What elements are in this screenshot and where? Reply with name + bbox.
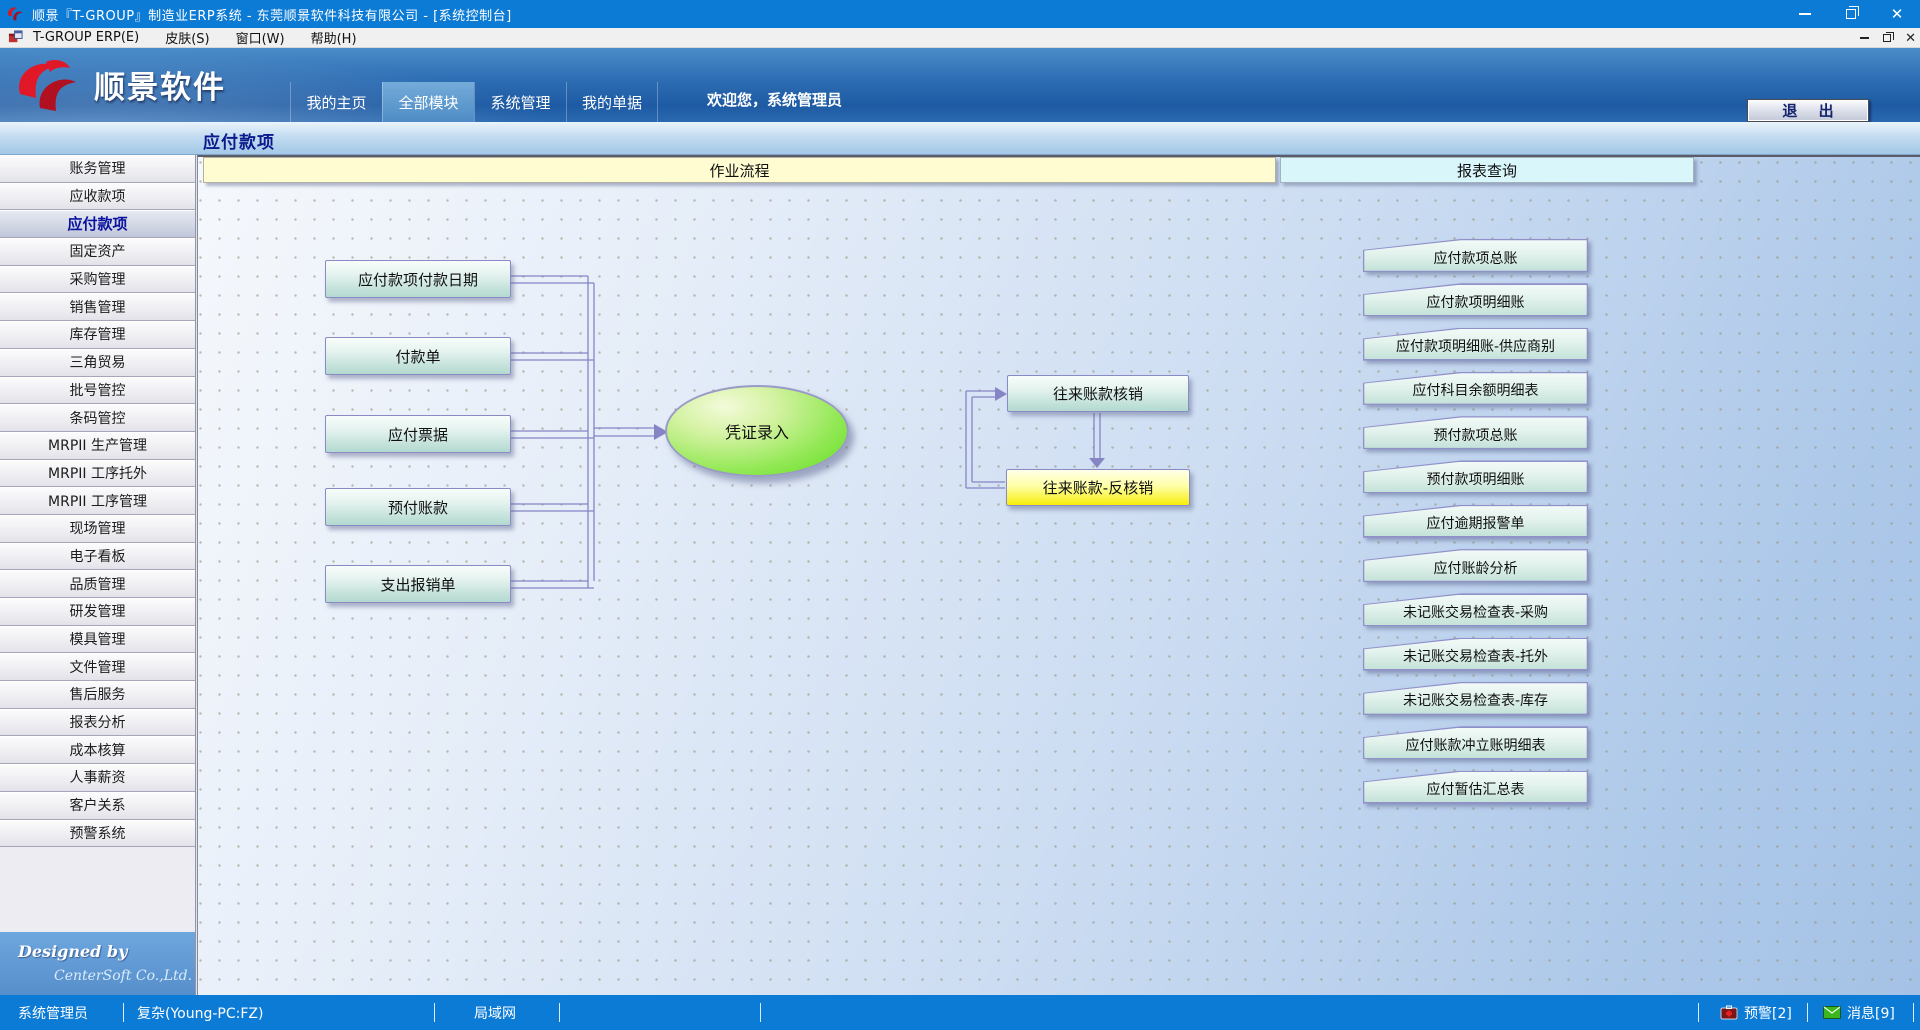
window-titlebar: 顺景『T-GROUP』制造业ERP系统 - 东莞顺景软件科技有限公司 - [系统… — [0, 0, 1920, 28]
sidebar-item-mrp2-process[interactable]: MRPII 工序管理 — [0, 487, 195, 515]
flow-section-header: 作业流程 — [203, 157, 1276, 183]
sidebar-item-crm[interactable]: 客户关系 — [0, 792, 195, 820]
flow-node-account-writeoff[interactable]: 往来账款核销 — [1007, 375, 1189, 412]
status-network: 局域网 — [474, 995, 516, 1030]
designed-by-text: Designed by — [18, 942, 127, 961]
sidebar-item-accounting[interactable]: 账务管理 — [0, 155, 195, 183]
tab-system-admin[interactable]: 系统管理 — [474, 82, 566, 122]
status-alerts[interactable]: 预警[2] — [1720, 995, 1792, 1030]
menubar: T-GROUP ERP(E) 皮肤(S) 窗口(W) 帮助(H) ✕ — [0, 28, 1920, 48]
report-unposted-check-inventory[interactable]: 未记账交易检查表-库存 — [1363, 682, 1588, 715]
sidebar-item-shopfloor[interactable]: 现场管理 — [0, 515, 195, 543]
exit-button[interactable]: 退 出 — [1747, 99, 1869, 122]
window-restore-button[interactable] — [1828, 0, 1874, 28]
window-close-button[interactable]: ✕ — [1874, 0, 1920, 28]
sidebar-item-receivables[interactable]: 应收款项 — [0, 183, 195, 211]
flow-node-payable-notes[interactable]: 应付票据 — [325, 415, 511, 453]
logo-text: 顺景软件 — [94, 62, 226, 107]
report-aging-analysis[interactable]: 应付账龄分析 — [1363, 549, 1588, 582]
sidebar-item-lot-control[interactable]: 批号管控 — [0, 377, 195, 405]
sidebar-item-purchasing[interactable]: 采购管理 — [0, 266, 195, 294]
sidebar-item-sales[interactable]: 销售管理 — [0, 293, 195, 321]
menu-tgroup-erp[interactable]: T-GROUP ERP(E) — [33, 30, 139, 45]
welcome-text: 欢迎您，系统管理员 — [707, 48, 1007, 122]
mdi-restore-button[interactable] — [1883, 34, 1891, 42]
flow-node-account-writeoff-reverse[interactable]: 往来账款-反核销 — [1006, 469, 1190, 506]
flow-node-voucher-entry[interactable]: 凭证录入 — [665, 385, 849, 477]
tab-my-home[interactable]: 我的主页 — [290, 82, 382, 122]
logo: 顺景软件 — [12, 56, 226, 112]
report-prepaid-detail[interactable]: 预付款项明细账 — [1363, 460, 1588, 493]
sidebar-item-inventory[interactable]: 库存管理 — [0, 321, 195, 349]
menu-help[interactable]: 帮助(H) — [311, 28, 357, 47]
sidebar-item-mold[interactable]: 模具管理 — [0, 626, 195, 654]
header-band: 顺景软件 我的主页 全部模块 系统管理 我的单据 欢迎您，系统管理员 11月21… — [0, 48, 1920, 122]
sidebar-item-mrp2-production[interactable]: MRPII 生产管理 — [0, 432, 195, 460]
flow-node-expense-report[interactable]: 支出报销单 — [325, 565, 511, 603]
sidebar-item-hr-payroll[interactable]: 人事薪资 — [0, 764, 195, 792]
report-payable-account-balance[interactable]: 应付科目余额明细表 — [1363, 372, 1588, 405]
centersoft-text: CenterSoft Co.,Ltd. — [54, 968, 192, 984]
app-logo-icon — [6, 5, 24, 23]
menu-skin[interactable]: 皮肤(S) — [165, 28, 209, 47]
mdi-child-icon — [8, 30, 23, 45]
flow-node-payment-date[interactable]: 应付款项付款日期 — [325, 260, 511, 298]
report-overdue-alert[interactable]: 应付逾期报警单 — [1363, 505, 1588, 538]
sidebar-item-triangle-trade[interactable]: 三角贸易 — [0, 349, 195, 377]
statusbar: 系统管理员 复杂(Young-PC:FZ) 局域网 预警[2] 消息[9] — [0, 995, 1920, 1030]
sidebar-item-fixed-assets[interactable]: 固定资产 — [0, 238, 195, 266]
page-title-band: 应付款项 — [0, 122, 1920, 155]
message-envelope-icon — [1823, 1005, 1841, 1020]
report-payables-detail[interactable]: 应付款项明细账 — [1363, 283, 1588, 316]
module-sidebar: 账务管理 应收款项 应付款项 固定资产 采购管理 销售管理 库存管理 三角贸易 … — [0, 155, 196, 995]
sidebar-item-costing[interactable]: 成本核算 — [0, 736, 195, 764]
sidebar-item-e-kanban[interactable]: 电子看板 — [0, 543, 195, 571]
sidebar-item-mrp2-outsourcing[interactable]: MRPII 工序托外 — [0, 460, 195, 488]
restore-icon — [1846, 9, 1856, 19]
minimize-icon — [1799, 13, 1811, 15]
sidebar-item-rnd[interactable]: 研发管理 — [0, 598, 195, 626]
sidebar-item-after-sales[interactable]: 售后服务 — [0, 681, 195, 709]
report-button-list: 应付款项总账 应付款项明细账 应付款项明细账-供应商别 应付科目余额明细表 预付… — [1363, 239, 1588, 815]
page-title: 应付款项 — [203, 128, 275, 153]
menu-window[interactable]: 窗口(W) — [236, 28, 285, 47]
report-payables-offset-detail[interactable]: 应付账款冲立账明细表 — [1363, 726, 1588, 759]
main-nav: 我的主页 全部模块 系统管理 我的单据 — [290, 82, 658, 122]
window-minimize-button[interactable] — [1782, 0, 1828, 28]
tab-all-modules[interactable]: 全部模块 — [382, 82, 474, 122]
sidebar-item-alert-system[interactable]: 预警系统 — [0, 820, 195, 848]
flow-node-prepayment[interactable]: 预付账款 — [325, 488, 511, 526]
report-payables-estimate-summary[interactable]: 应付暂估汇总表 — [1363, 771, 1588, 804]
sidebar-item-barcode-control[interactable]: 条码管控 — [0, 404, 195, 432]
logo-bird-icon — [12, 56, 84, 112]
report-unposted-check-outsourcing[interactable]: 未记账交易检查表-托外 — [1363, 638, 1588, 671]
report-payables-ledger[interactable]: 应付款项总账 — [1363, 239, 1588, 272]
status-session: 复杂(Young-PC:FZ) — [137, 995, 263, 1030]
flow-node-payment-slip[interactable]: 付款单 — [325, 337, 511, 375]
report-section-header: 报表查询 — [1280, 157, 1694, 183]
report-prepaid-ledger[interactable]: 预付款项总账 — [1363, 416, 1588, 449]
tab-my-documents[interactable]: 我的单据 — [566, 82, 658, 122]
mdi-close-button[interactable]: ✕ — [1905, 32, 1916, 45]
status-user: 系统管理员 — [18, 995, 88, 1030]
report-unposted-check-purchase[interactable]: 未记账交易检查表-采购 — [1363, 593, 1588, 626]
close-icon: ✕ — [1891, 7, 1904, 22]
report-payables-detail-by-supplier[interactable]: 应付款项明细账-供应商别 — [1363, 328, 1588, 361]
mdi-minimize-button[interactable] — [1860, 37, 1869, 39]
sidebar-item-payables[interactable]: 应付款项 — [0, 210, 195, 238]
window-title: 顺景『T-GROUP』制造业ERP系统 - 东莞顺景软件科技有限公司 - [系统… — [32, 5, 512, 24]
sidebar-item-document[interactable]: 文件管理 — [0, 653, 195, 681]
status-messages[interactable]: 消息[9] — [1823, 995, 1895, 1030]
sidebar-item-report-analysis[interactable]: 报表分析 — [0, 709, 195, 737]
sidebar-item-quality[interactable]: 品质管理 — [0, 570, 195, 598]
alert-medkit-icon — [1720, 1005, 1738, 1020]
sidebar-footer: Designed by CenterSoft Co.,Ltd. — [0, 932, 195, 995]
